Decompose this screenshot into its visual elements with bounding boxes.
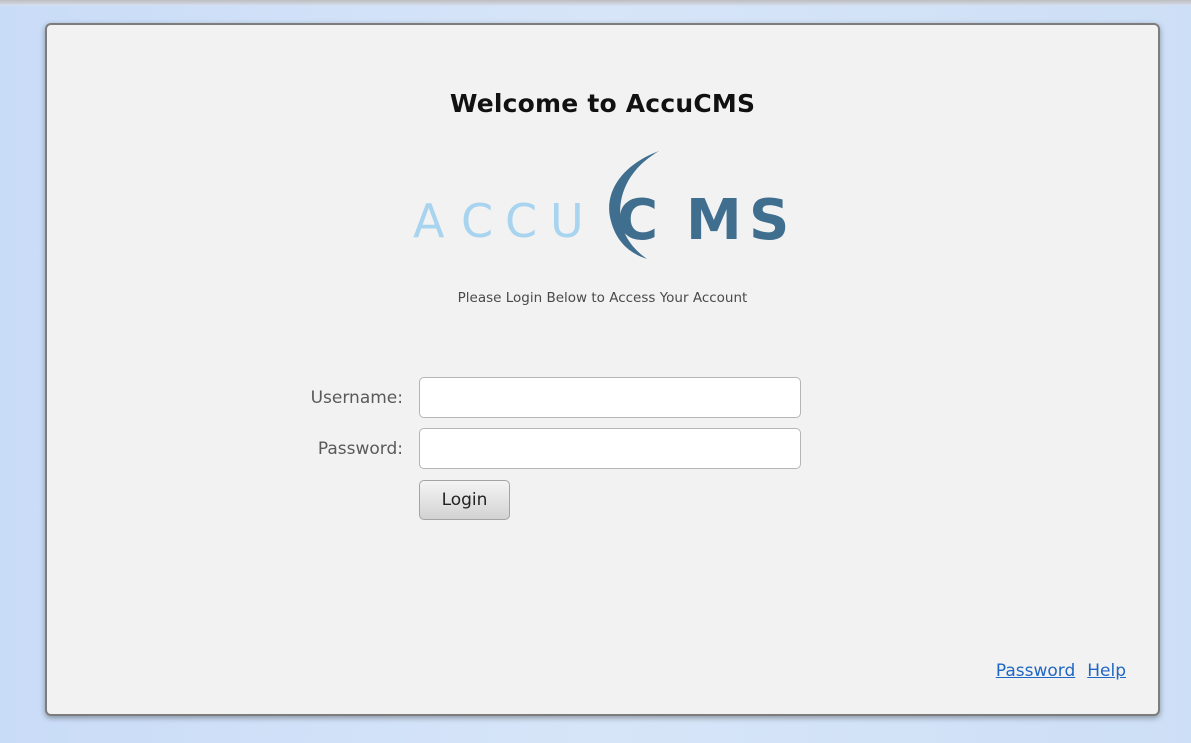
logo-letter: S	[749, 188, 789, 253]
footer-links: Password Help	[984, 661, 1126, 681]
logo-letter: U	[550, 194, 584, 248]
password-input[interactable]	[419, 428, 801, 469]
logo-letter: C	[505, 194, 537, 248]
username-label: Username:	[310, 388, 403, 408]
logo-letter: C	[461, 194, 493, 248]
accucms-logo: A C C U C M S	[413, 151, 789, 259]
page-title: Welcome to AccuCMS	[449, 89, 756, 118]
username-input[interactable]	[419, 377, 801, 418]
logo-letter: A	[413, 194, 445, 248]
window-top-strip	[0, 0, 1191, 6]
logo-letter: C	[617, 188, 658, 253]
logo-letter: M	[686, 188, 742, 253]
password-label: Password:	[317, 439, 403, 459]
help-link[interactable]: Help	[1087, 661, 1126, 681]
login-button[interactable]: Login	[419, 480, 510, 520]
login-instructions: Please Login Below to Access Your Accoun…	[457, 290, 748, 306]
password-link[interactable]: Password	[996, 661, 1075, 681]
login-panel: Welcome to AccuCMS A C C U C M S Please …	[45, 23, 1160, 716]
